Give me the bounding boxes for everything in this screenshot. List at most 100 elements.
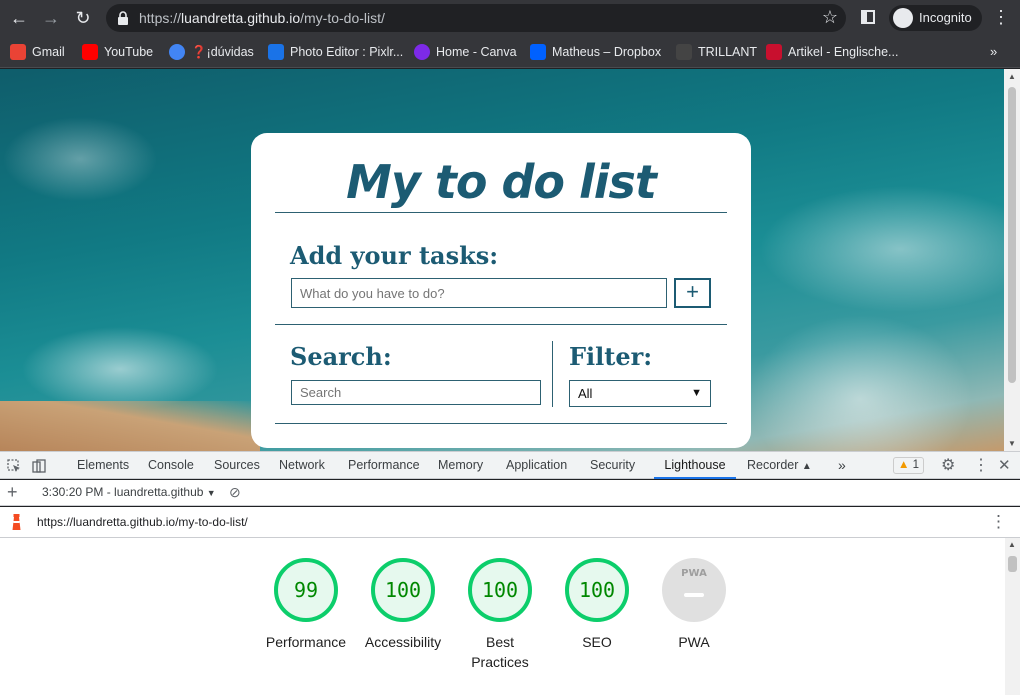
side-panel-icon[interactable]: [861, 10, 875, 24]
score-gauge[interactable]: 100: [565, 558, 629, 622]
url-text: https://luandretta.github.io/my-to-do-li…: [139, 10, 385, 26]
bookmark-label: TRILLANT: [698, 45, 758, 59]
inspect-element-icon[interactable]: [7, 459, 21, 473]
score-label: PWA: [678, 634, 710, 650]
pixlr-icon: [268, 43, 284, 60]
scrollbar-thumb[interactable]: [1008, 556, 1017, 572]
lighthouse-toolbar: + 3:30:20 PM - luandretta.github ▼ ⊘: [0, 480, 1020, 506]
report-selector-label: 3:30:20 PM - luandretta.github: [42, 485, 204, 499]
add-tasks-heading: Add your tasks:: [290, 241, 499, 270]
bookmark-item[interactable]: YouTube: [78, 41, 159, 63]
more-bookmarks-icon[interactable]: »: [990, 44, 997, 59]
divider: [275, 212, 727, 213]
tab-application[interactable]: Application: [506, 452, 567, 479]
bookmark-item[interactable]: ❓¡dúvidas: [165, 41, 260, 63]
pwa-badge-icon[interactable]: PWA: [662, 558, 726, 622]
bookmark-item[interactable]: Matheus – Dropbox: [526, 41, 667, 63]
tab-security[interactable]: Security: [590, 452, 635, 479]
bookmark-label: Matheus – Dropbox: [552, 45, 662, 59]
devtools-menu-icon[interactable]: ⋮: [973, 452, 989, 479]
bookmark-label: ❓¡dúvidas: [191, 45, 254, 59]
score-gauge[interactable]: 100: [371, 558, 435, 622]
gmail-icon: [10, 43, 26, 60]
bookmark-star-icon[interactable]: ☆: [822, 7, 838, 28]
forward-icon[interactable]: →: [39, 6, 63, 30]
filter-value: All: [578, 386, 593, 401]
tab-performance[interactable]: Performance: [348, 452, 420, 479]
score-gauge[interactable]: 100: [468, 558, 532, 622]
score-label: Best Practices: [471, 634, 529, 670]
beach-sand: [0, 401, 260, 451]
clear-reports-icon[interactable]: ⊘: [229, 479, 241, 506]
profile-label: Incognito: [919, 10, 972, 25]
tab-elements[interactable]: Elements: [77, 452, 129, 479]
browser-menu-icon[interactable]: ⋮: [992, 7, 1010, 28]
uk-flag-icon: [766, 43, 782, 60]
scroll-down-icon[interactable]: ▼: [1008, 439, 1016, 448]
filter-select[interactable]: All ▼: [569, 380, 711, 407]
report-menu-icon[interactable]: ⋮: [990, 508, 1007, 535]
lock-icon: [118, 11, 128, 25]
warnings-count: 1: [912, 459, 919, 471]
tab-recorder-label: Recorder: [747, 458, 799, 472]
scroll-up-icon[interactable]: ▲: [1008, 72, 1016, 81]
tab-network[interactable]: Network: [279, 452, 325, 479]
bookmark-label: YouTube: [104, 45, 154, 59]
lighthouse-icon: [12, 514, 21, 530]
browser-toolbar: ← → ↻ https://luandretta.github.io/my-to…: [0, 0, 1020, 36]
search-heading: Search:: [290, 342, 392, 371]
incognito-icon: [893, 7, 913, 28]
bookmark-label: Artikel - Englische...: [788, 45, 899, 59]
bookmark-label: Gmail: [32, 45, 65, 59]
chevron-down-icon: ▼: [691, 387, 702, 399]
address-bar[interactable]: https://luandretta.github.io/my-to-do-li…: [106, 4, 846, 32]
warnings-badge[interactable]: ▲ 1: [893, 457, 924, 474]
settings-gear-icon[interactable]: ⚙: [941, 452, 955, 479]
tab-console[interactable]: Console: [148, 452, 194, 479]
dropbox-icon: [530, 43, 546, 60]
bookmark-item[interactable]: Photo Editor : Pixlr...: [264, 41, 409, 63]
new-report-icon[interactable]: +: [7, 479, 18, 506]
pwa-dash: [684, 593, 704, 597]
incognito-profile-button[interactable]: Incognito: [889, 5, 982, 31]
bookmark-item[interactable]: Artikel - Englische...: [762, 41, 904, 63]
lighthouse-report: 99 Performance 100 Accessibility 100 Bes…: [0, 538, 1005, 695]
bookmark-label: Photo Editor : Pixlr...: [290, 45, 404, 59]
caret-down-icon: ▼: [206, 488, 216, 498]
reload-icon[interactable]: ↻: [71, 6, 95, 30]
report-scrollbar[interactable]: ▲: [1005, 538, 1020, 695]
devtools-tabbar: Elements Console Sources Network Perform…: [0, 451, 1020, 479]
canva-icon: [414, 43, 430, 60]
scroll-up-icon[interactable]: ▲: [1008, 540, 1016, 549]
divider: [275, 324, 727, 325]
bookmark-item[interactable]: TRILLANT: [672, 41, 763, 63]
more-tabs-icon[interactable]: »: [838, 452, 846, 479]
warning-icon: ▲: [898, 459, 910, 471]
score-gauge[interactable]: 99: [274, 558, 338, 622]
flask-icon: ▲: [801, 461, 812, 472]
scrollbar-thumb[interactable]: [1008, 87, 1016, 383]
tab-recorder[interactable]: Recorder ▲: [747, 452, 812, 479]
add-task-button[interactable]: +: [674, 278, 711, 308]
tab-memory[interactable]: Memory: [438, 452, 483, 479]
search-input[interactable]: [291, 380, 541, 405]
score-label: SEO: [582, 634, 612, 650]
task-input[interactable]: [291, 278, 667, 308]
close-devtools-icon[interactable]: ✕: [998, 452, 1011, 479]
page-title: My to do list: [346, 155, 657, 209]
score-label: Performance: [265, 634, 347, 650]
filter-heading: Filter:: [569, 342, 653, 371]
page-scrollbar[interactable]: ▲ ▼: [1004, 69, 1020, 451]
back-icon[interactable]: ←: [7, 6, 31, 30]
vertical-divider: [552, 341, 553, 407]
bookmark-item[interactable]: Home - Canva: [410, 41, 523, 63]
bookmark-item[interactable]: Gmail: [6, 41, 71, 63]
bookmark-label: Home - Canva: [436, 45, 517, 59]
tab-lighthouse[interactable]: Lighthouse: [654, 452, 736, 479]
report-url-bar: https://luandretta.github.io/my-to-do-li…: [0, 507, 1020, 538]
tab-sources[interactable]: Sources: [214, 452, 260, 479]
device-toolbar-icon[interactable]: [32, 459, 46, 473]
page-background: My to do list Add your tasks: + Search: …: [0, 69, 1004, 451]
bookmarks-bar: Gmail YouTube ❓¡dúvidas Photo Editor : P…: [0, 36, 1020, 68]
report-selector[interactable]: 3:30:20 PM - luandretta.github ▼: [42, 479, 216, 506]
